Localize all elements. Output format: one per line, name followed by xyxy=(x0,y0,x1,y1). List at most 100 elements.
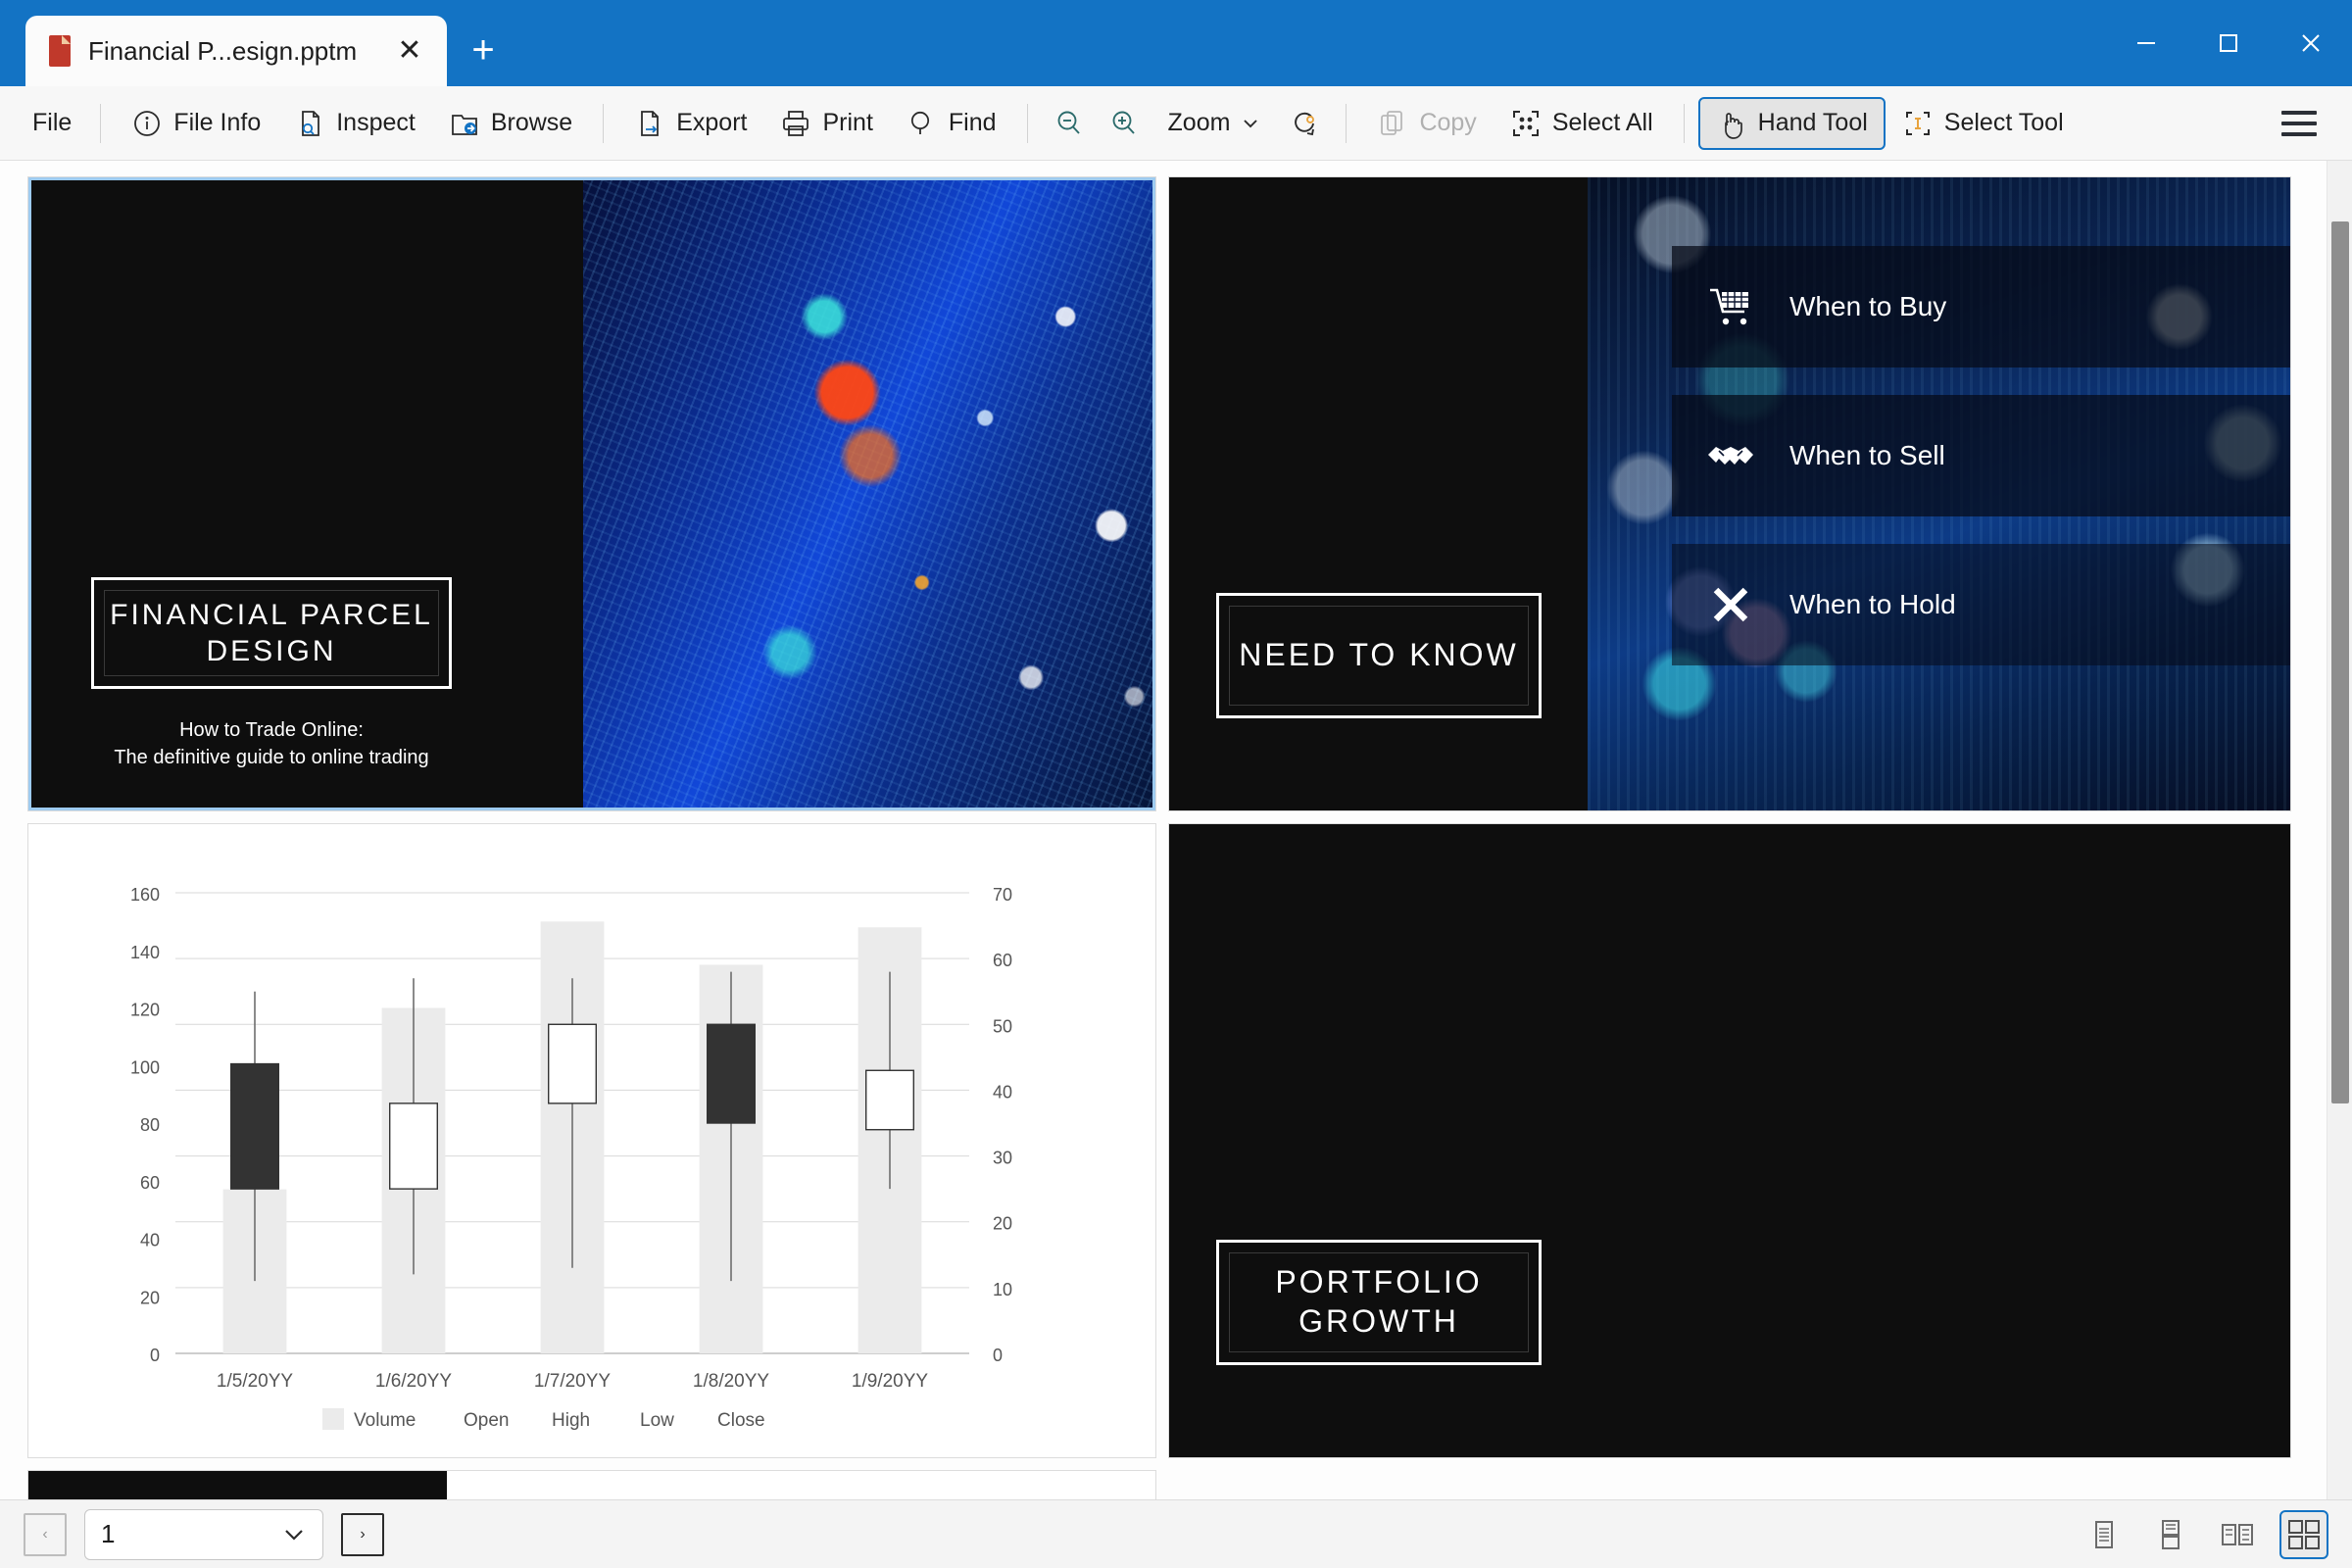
inspect-button[interactable]: Inspect xyxy=(277,97,432,150)
slide2-bullet-rows: When to Buy When to Sell When to Hold xyxy=(1588,177,2290,810)
svg-text:160: 160 xyxy=(130,885,160,905)
slide-row: 0 20 40 60 80 100 120 140 160 0 10 20 30 40 50 60 70 1/5/… xyxy=(27,823,2291,1458)
slide1-title-box: FINANCIAL PARCEL DESIGN xyxy=(91,577,452,689)
svg-text:20: 20 xyxy=(140,1288,160,1307)
toolbar-divider xyxy=(1683,103,1685,143)
file-menu-button[interactable]: File xyxy=(18,97,86,150)
slide-row: PlanningInitial InvestmentCommunicationS… xyxy=(27,1470,2291,1499)
file-info-button[interactable]: File Info xyxy=(115,97,277,150)
slide2-title: NEED TO KNOW xyxy=(1229,606,1529,706)
svg-text:Open: Open xyxy=(464,1410,509,1431)
rotate-button[interactable] xyxy=(1277,97,1332,150)
svg-text:0: 0 xyxy=(150,1346,160,1365)
svg-text:30: 30 xyxy=(993,1149,1012,1168)
slide-thumbnail-3[interactable]: 0 20 40 60 80 100 120 140 160 0 10 20 30 40 50 60 70 1/5/… xyxy=(27,823,1156,1458)
page-number-input[interactable]: 1 xyxy=(84,1508,323,1560)
svg-text:Close: Close xyxy=(717,1410,765,1431)
slide-row: FINANCIAL PARCEL DESIGN How to Trade Onl… xyxy=(27,176,2291,811)
slide5-left-panel xyxy=(28,1471,447,1499)
print-label: Print xyxy=(822,109,873,136)
print-button[interactable]: Print xyxy=(763,97,889,150)
close-window-icon[interactable] xyxy=(2270,0,2352,86)
select-all-button[interactable]: Select All xyxy=(1494,97,1670,150)
browse-label: Browse xyxy=(490,109,573,136)
hand-tool-button[interactable]: Hand Tool xyxy=(1697,96,1886,150)
maximize-icon[interactable] xyxy=(2187,0,2270,86)
svg-text:70: 70 xyxy=(993,885,1012,905)
export-button[interactable]: Export xyxy=(617,97,763,150)
slide-thumbnail-2[interactable]: NEED TO KNOW When to Buy When to Sell Wh… xyxy=(1168,176,2291,811)
export-label: Export xyxy=(676,109,748,136)
vertical-scrollbar[interactable] xyxy=(2327,161,2352,1499)
svg-text:80: 80 xyxy=(140,1115,160,1135)
svg-text:1/9/20YY: 1/9/20YY xyxy=(852,1371,928,1392)
status-bar: ‹ 1 › xyxy=(0,1499,2352,1568)
single-page-view-button[interactable] xyxy=(2080,1510,2129,1559)
grid-page-view-button[interactable] xyxy=(2279,1509,2328,1559)
zoom-label: Zoom xyxy=(1167,109,1231,136)
slide2-row-hold: When to Hold xyxy=(1672,544,2290,665)
slide2-row-hold-label: When to Hold xyxy=(1789,589,1956,619)
toolbar-divider xyxy=(603,103,605,143)
chevron-down-icon[interactable] xyxy=(281,1522,307,1547)
zoom-in-button[interactable] xyxy=(1097,97,1152,150)
slide1-title: FINANCIAL PARCEL DESIGN xyxy=(104,590,439,676)
close-tab-icon[interactable]: ✕ xyxy=(390,31,429,71)
slide2-row-buy-label: When to Buy xyxy=(1789,291,1947,321)
select-tool-label: Select Tool xyxy=(1943,109,2064,136)
menu-icon[interactable] xyxy=(2264,110,2334,136)
svg-text:40: 40 xyxy=(140,1231,160,1250)
slide-thumbnail-4[interactable]: PORTFOLIO GROWTH xyxy=(1168,823,2291,1458)
slide-grid: FINANCIAL PARCEL DESIGN How to Trade Onl… xyxy=(27,176,2291,1499)
document-search-icon xyxy=(294,108,325,139)
inspect-label: Inspect xyxy=(336,109,416,136)
svg-text:100: 100 xyxy=(130,1057,160,1077)
document-tab[interactable]: Financial P...esign.pptm ✕ xyxy=(25,16,447,86)
slide4-title-box: PORTFOLIO GROWTH xyxy=(1216,1240,1542,1365)
two-page-view-button[interactable] xyxy=(2213,1510,2262,1559)
svg-text:1/6/20YY: 1/6/20YY xyxy=(375,1371,452,1392)
next-page-button[interactable]: › xyxy=(341,1512,384,1556)
copy-icon xyxy=(1377,108,1408,139)
svg-text:0: 0 xyxy=(993,1346,1003,1365)
view-mode-group xyxy=(2080,1509,2328,1559)
title-bar: Financial P...esign.pptm ✕ + xyxy=(0,0,2352,86)
browse-button[interactable]: Browse xyxy=(432,97,589,150)
slide4-title: PORTFOLIO GROWTH xyxy=(1229,1252,1529,1352)
zoom-out-button[interactable] xyxy=(1042,97,1097,150)
shopping-cart-icon xyxy=(1705,284,1756,329)
slide2-row-sell-label: When to Sell xyxy=(1789,440,1945,470)
slide5-milestone-panel: PlanningInitial InvestmentCommunicationS… xyxy=(447,1471,1155,1499)
export-icon xyxy=(634,108,665,139)
toolbar-divider xyxy=(1346,103,1348,143)
minimize-icon[interactable] xyxy=(2105,0,2187,86)
find-label: Find xyxy=(948,109,997,136)
document-viewport[interactable]: FINANCIAL PARCEL DESIGN How to Trade Onl… xyxy=(0,161,2352,1499)
svg-text:1/7/20YY: 1/7/20YY xyxy=(534,1371,611,1392)
file-menu-label: File xyxy=(32,109,73,136)
text-select-icon xyxy=(1902,108,1934,139)
previous-page-button[interactable]: ‹ xyxy=(24,1512,67,1556)
svg-text:50: 50 xyxy=(993,1016,1012,1036)
cross-x-icon xyxy=(1705,582,1756,627)
svg-text:40: 40 xyxy=(993,1082,1012,1102)
svg-text:60: 60 xyxy=(993,951,1012,970)
select-tool-button[interactable]: Select Tool xyxy=(1886,97,2081,150)
folder-arrow-icon xyxy=(449,108,480,139)
copy-button: Copy xyxy=(1360,97,1493,150)
hand-icon xyxy=(1716,108,1747,139)
new-tab-button[interactable]: + xyxy=(453,20,514,80)
svg-text:1/5/20YY: 1/5/20YY xyxy=(217,1371,293,1392)
scrollbar-thumb[interactable] xyxy=(2331,221,2349,1103)
select-all-icon xyxy=(1510,108,1542,139)
slide1-stock-ticker-image xyxy=(583,177,1155,810)
hand-tool-label: Hand Tool xyxy=(1757,109,1868,136)
find-button[interactable]: Find xyxy=(890,97,1013,150)
stock-candlestick-chart: 0 20 40 60 80 100 120 140 160 0 10 20 30 40 50 60 70 1/5/… xyxy=(28,824,1155,1457)
continuous-page-view-button[interactable] xyxy=(2146,1510,2195,1559)
svg-text:Volume: Volume xyxy=(354,1410,416,1431)
slide2-row-buy: When to Buy xyxy=(1672,246,2290,368)
slide-thumbnail-1[interactable]: FINANCIAL PARCEL DESIGN How to Trade Onl… xyxy=(27,176,1156,811)
zoom-dropdown-button[interactable]: Zoom xyxy=(1152,97,1278,150)
slide-thumbnail-5[interactable]: PlanningInitial InvestmentCommunicationS… xyxy=(27,1470,1156,1499)
